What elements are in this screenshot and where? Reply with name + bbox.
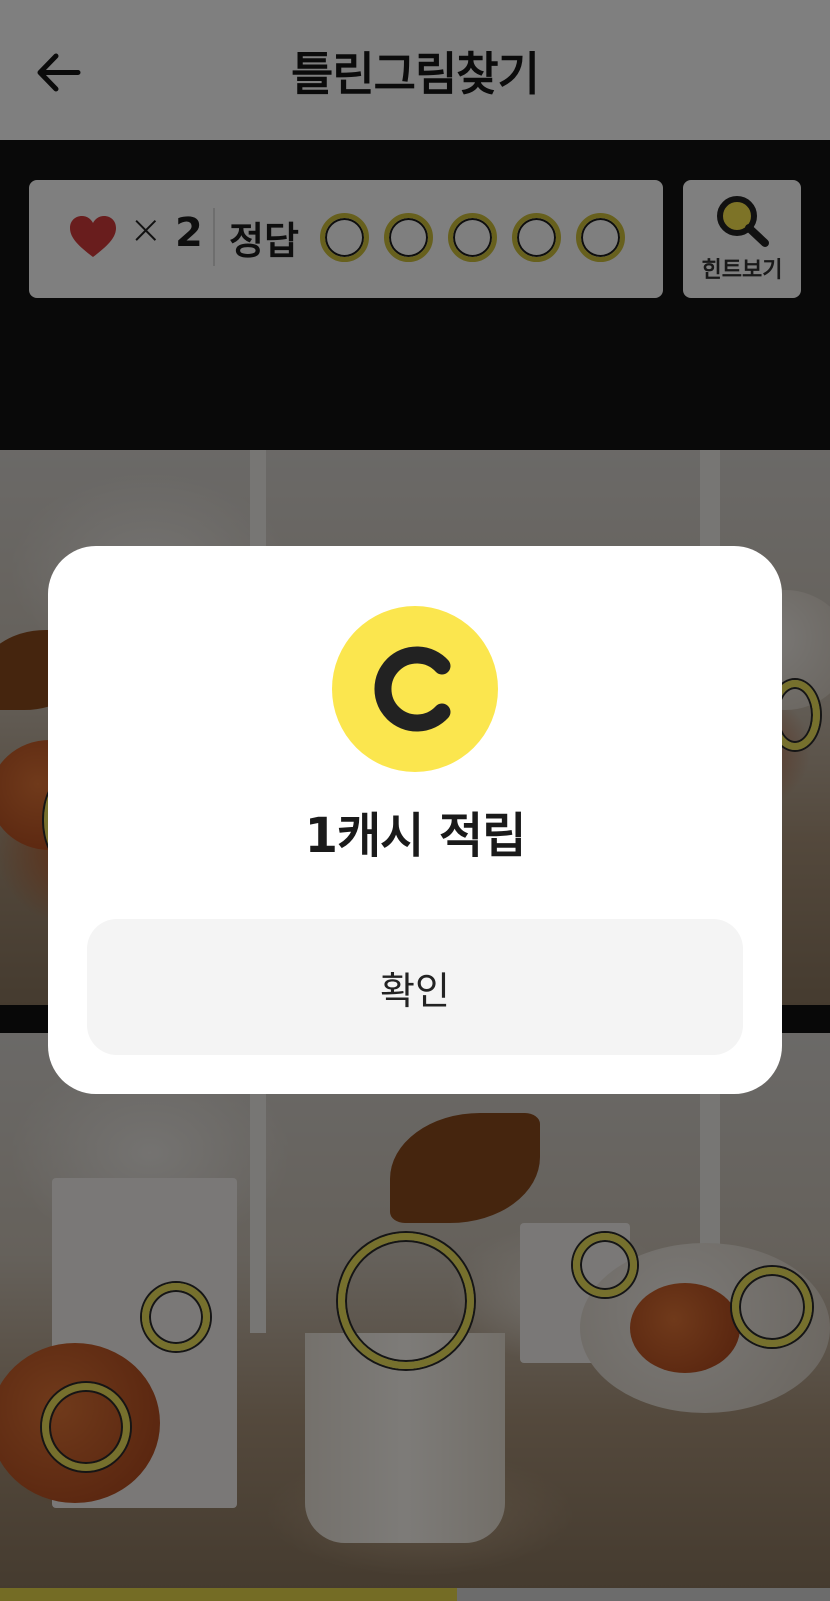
letter-c-icon <box>374 646 451 732</box>
reward-message: 1캐시 적립 <box>304 808 527 864</box>
confirm-button[interactable]: 확인 <box>87 919 743 1055</box>
cash-coin-icon <box>332 606 498 772</box>
reward-dialog: 1캐시 적립 확인 <box>48 546 782 1094</box>
